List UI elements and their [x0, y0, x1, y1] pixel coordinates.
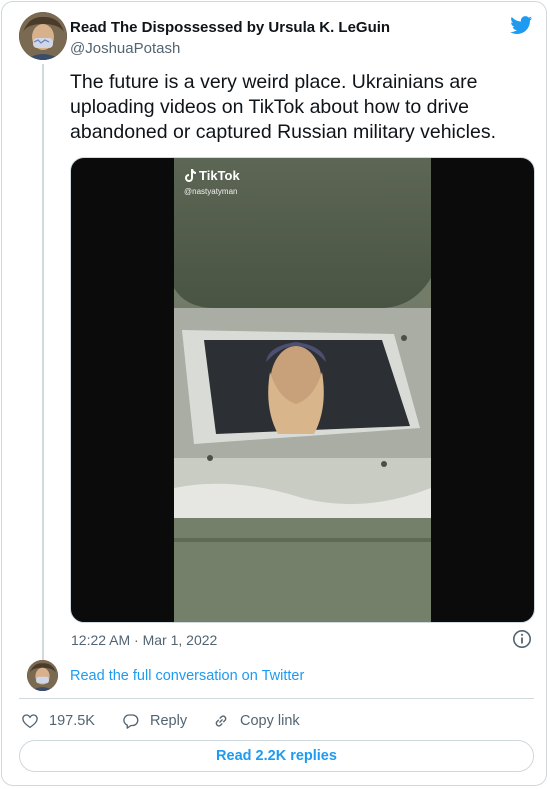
reply-button[interactable]: Reply: [122, 710, 187, 732]
like-button[interactable]: 197.5K: [21, 710, 95, 732]
like-count: 197.5K: [49, 713, 95, 729]
tweet-text: The future is a very weird place. Ukrain…: [70, 71, 496, 143]
copy-link-label: Copy link: [240, 713, 300, 729]
twitter-bird-icon[interactable]: [509, 14, 534, 36]
heart-icon: [22, 714, 38, 729]
tiktok-label: TikTok: [199, 168, 240, 183]
tiktok-handle: @nastyatyman: [184, 187, 238, 196]
divider: [19, 698, 534, 699]
tweet-video[interactable]: TikTok @nastyatyman: [70, 157, 535, 623]
tweet-timestamp[interactable]: 12:22 AM · Mar 1, 2022: [71, 632, 217, 648]
reply-bubble-icon: [123, 714, 139, 729]
author-avatar[interactable]: [19, 12, 67, 60]
conversation-avatar[interactable]: [27, 660, 58, 691]
read-replies-button[interactable]: Read 2.2K replies: [19, 740, 534, 772]
reply-label: Reply: [150, 713, 188, 729]
copy-link-button[interactable]: Copy link: [212, 710, 300, 732]
info-icon[interactable]: [512, 629, 532, 649]
link-icon: [215, 715, 227, 727]
read-conversation-link[interactable]: Read the full conversation on Twitter: [70, 668, 304, 684]
thread-line: [42, 64, 44, 660]
author-name[interactable]: Read The Dispossessed by Ursula K. LeGui…: [70, 19, 390, 36]
tiktok-note-icon: [185, 169, 196, 182]
author-handle[interactable]: @JoshuaPotash: [70, 40, 180, 57]
video-frame[interactable]: TikTok @nastyatyman: [174, 158, 431, 622]
tiktok-watermark: TikTok: [184, 168, 240, 183]
